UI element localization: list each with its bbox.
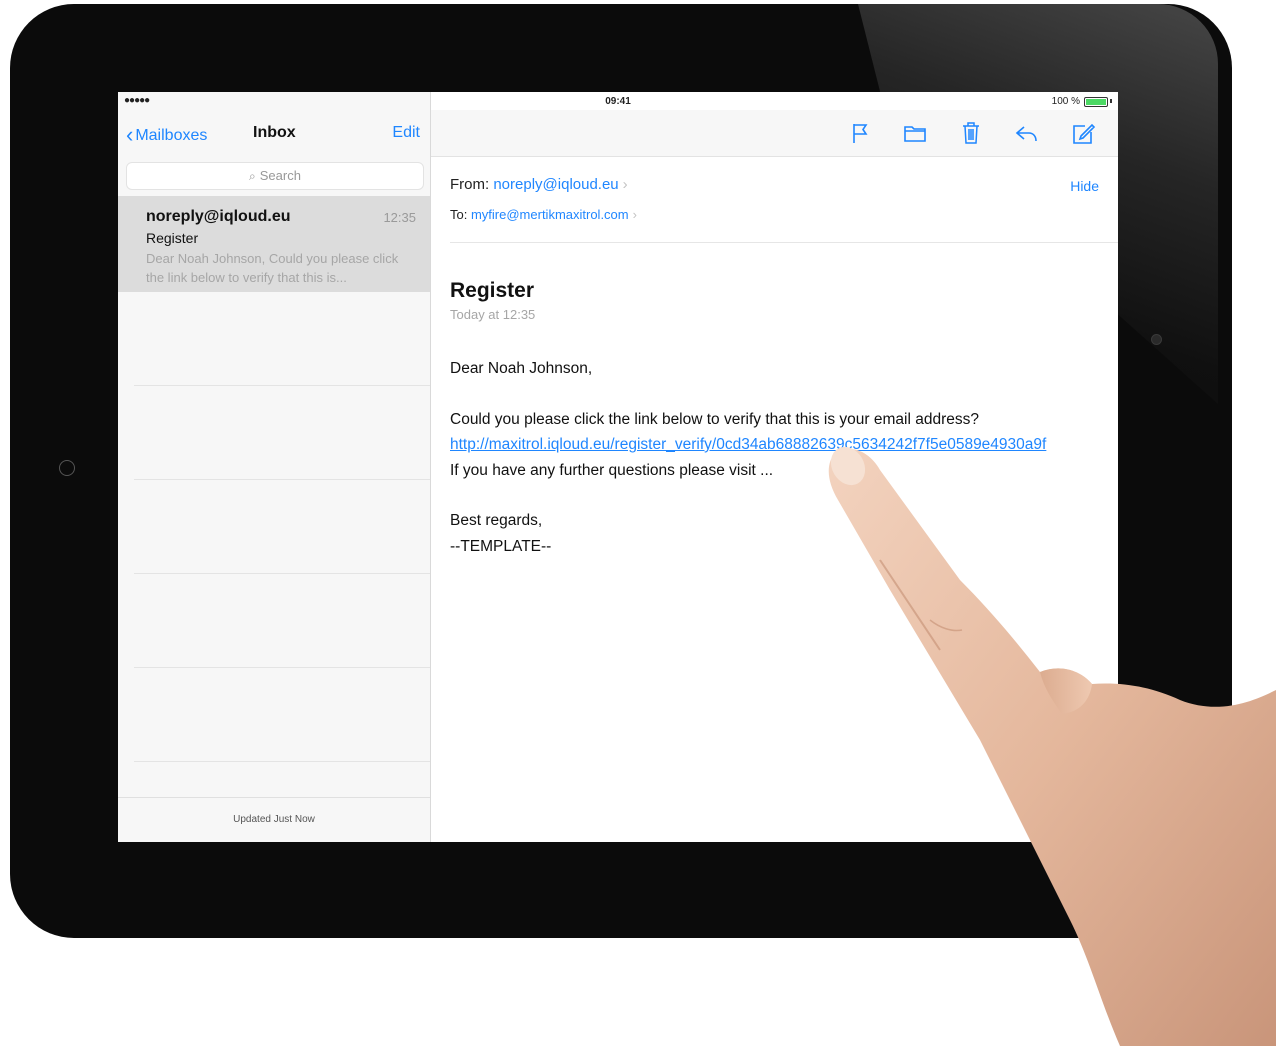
list-divider (134, 761, 430, 762)
battery-percent: 100 % (1051, 96, 1080, 107)
search-placeholder: Search (259, 168, 301, 183)
front-camera (1151, 334, 1162, 345)
status-time: 09:41 (605, 96, 631, 107)
to-line: To: myfire@mertikmaxitrol.com › (450, 207, 637, 222)
hide-details-button[interactable]: Hide (1070, 178, 1099, 194)
signoff: Best regards, (450, 512, 543, 529)
search-icon: ⌕ (249, 169, 256, 183)
mailbox-pane: ‹ Mailboxes Inbox Edit ⌕ Search noreply@iq… (118, 92, 431, 842)
chevron-left-icon: ‹ (126, 122, 134, 147)
mail-preview: Dear Noah Johnson, Could you please clic… (146, 251, 399, 285)
message-subject: Register (450, 279, 535, 302)
chevron-right-icon: › (632, 207, 637, 222)
header-divider (450, 242, 1118, 243)
mail-time: 12:35 (383, 210, 416, 225)
message-date: Today at 12:35 (450, 307, 536, 322)
tablet-screen: ‹ Mailboxes Inbox Edit ⌕ Search noreply@iq… (118, 92, 1118, 842)
body-line-1: Could you please click the link below to… (450, 410, 979, 428)
reply-icon[interactable] (1012, 118, 1042, 148)
update-status: Updated Just Now (118, 797, 430, 842)
search-input[interactable]: ⌕ Search (126, 162, 424, 190)
body-line-2: If you have any further questions please… (450, 461, 774, 479)
to-label: To: (450, 207, 468, 222)
flag-icon[interactable] (845, 118, 875, 148)
back-button-label: Mailboxes (135, 127, 208, 144)
from-line: From: noreply@iqloud.eu › (450, 176, 628, 193)
verify-link[interactable]: http://maxitrol.iqloud.eu/register_verif… (450, 436, 1046, 453)
to-address[interactable]: myfire@mertikmaxitrol.com (471, 207, 629, 222)
from-label: From: (450, 176, 490, 193)
mailboxes-back-button[interactable]: ‹ Mailboxes (126, 120, 208, 147)
status-bar: ●●●●● 09:41 100 % (118, 92, 1118, 110)
trash-icon[interactable] (956, 118, 986, 148)
signature: --TEMPLATE-- (450, 537, 552, 555)
mailbox-nav-bar: ‹ Mailboxes Inbox Edit (118, 110, 430, 156)
inbox-title: Inbox (253, 124, 296, 141)
list-divider (134, 573, 430, 574)
folder-icon[interactable] (900, 118, 930, 148)
list-divider (134, 479, 430, 480)
compose-icon[interactable] (1068, 118, 1098, 148)
edit-button[interactable]: Edit (392, 124, 420, 142)
home-button[interactable] (59, 460, 75, 476)
from-address[interactable]: noreply@iqloud.eu (493, 176, 618, 193)
message-pane: From: noreply@iqloud.eu › Hide To: myfire… (431, 92, 1118, 842)
chevron-right-icon: › (622, 176, 628, 193)
mail-subject: Register (146, 230, 199, 246)
mail-list-item[interactable]: noreply@iqloud.eu 12:35 Register Dear No… (118, 196, 430, 292)
battery-icon (1084, 97, 1108, 107)
message-toolbar (431, 110, 1118, 157)
list-divider (134, 385, 430, 386)
battery-cap (1110, 99, 1112, 103)
message-body: Dear Noah Johnson, Could you please clic… (450, 356, 1100, 559)
greeting: Dear Noah Johnson, (450, 360, 593, 377)
list-divider (134, 667, 430, 668)
mail-sender: noreply@iqloud.eu (146, 208, 291, 225)
